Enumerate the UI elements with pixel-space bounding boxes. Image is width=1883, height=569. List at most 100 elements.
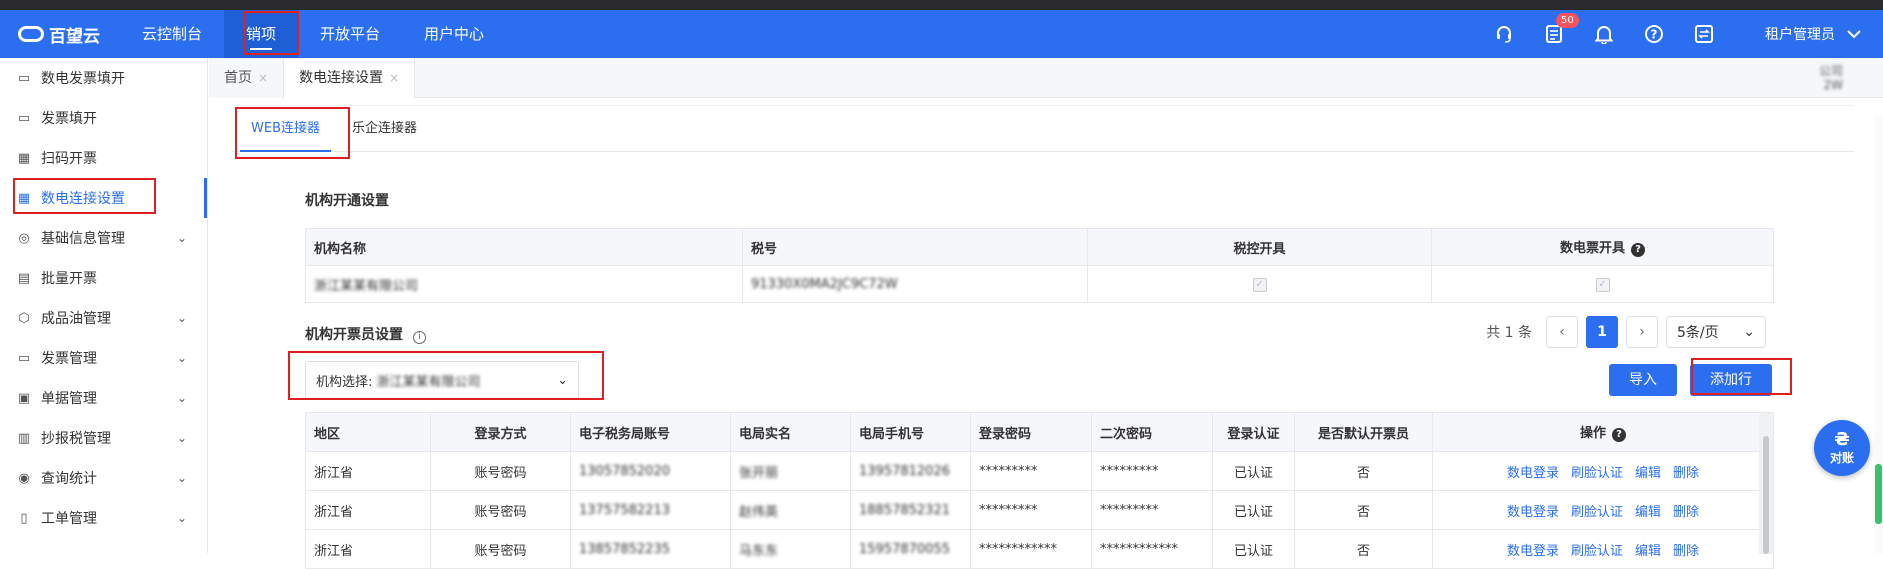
account-cell: 13057852020 (570, 451, 731, 491)
next-page-button[interactable]: › (1626, 316, 1658, 348)
logo[interactable]: 百望云 (0, 10, 120, 58)
column-header: 登录方式 (430, 412, 571, 452)
sidebar-item-work-order[interactable]: ▯ 工单管理 ⌄ (0, 498, 207, 538)
account: 13757582213 (579, 502, 670, 518)
sidebar-item-digital-invoice-issue[interactable]: ▭ 数电发票填开 (0, 58, 207, 98)
issuer-section-title: 机构开票员设置 i (305, 324, 426, 344)
switch-icon[interactable] (1679, 10, 1729, 58)
tab-digital-connection-settings[interactable]: 数电连接设置 × (283, 58, 416, 98)
tax-control-cell: ✓ (1087, 265, 1432, 303)
tab-home[interactable]: 首页 × (209, 58, 284, 98)
sidebar-item-label: 抄报税管理 (41, 431, 111, 447)
sidebar-item-label: 数电连接设置 (41, 191, 125, 207)
column-header: 地区 (305, 412, 431, 452)
sidebar-item-invoice-management[interactable]: ▭ 发票管理 ⌄ (0, 338, 207, 378)
prev-page-button[interactable]: ‹ (1546, 316, 1578, 348)
sidebar-item-basic-info[interactable]: ◎ 基础信息管理 ⌄ (0, 218, 207, 258)
sidebar: ▭ 数电发票填开 ▭ 发票填开 ▦ 扫码开票 ▦ 数电连接设置 ◎ 基础信息管理 ⌄ ▤ 批量… (0, 58, 208, 553)
org-name: 浙江某某有限公司 (314, 278, 419, 294)
help-icon[interactable]: ? (1629, 10, 1679, 58)
actions-cell: 数电登录 刷脸认证 编辑 删除 (1432, 529, 1774, 569)
tab-label: 数电连接设置 (299, 70, 384, 86)
task-list-icon[interactable]: 50 (1529, 10, 1579, 58)
issuer-section-label: 机构开票员设置 (305, 327, 403, 343)
sidebar-item-invoice-issue[interactable]: ▭ 发票填开 (0, 98, 207, 138)
nav-cloud-console[interactable]: 云控制台 (120, 10, 224, 58)
nav-sales[interactable]: 销项 (224, 10, 299, 58)
sidebar-item-scan-invoice[interactable]: ▦ 扫码开票 (0, 138, 207, 178)
add-row-button[interactable]: 添加行 (1690, 364, 1772, 396)
close-icon[interactable]: × (258, 71, 268, 85)
headset-icon[interactable] (1479, 10, 1529, 58)
edit-link[interactable]: 编辑 (1635, 466, 1661, 481)
delete-link[interactable]: 删除 (1673, 505, 1699, 520)
qrcode-icon: ▦ (17, 150, 31, 166)
sidebar-item-query-stats[interactable]: ◉ 查询统计 ⌄ (0, 458, 207, 498)
account: 13057852020 (579, 463, 670, 479)
sidebar-item-document-management[interactable]: ▣ 单据管理 ⌄ (0, 378, 207, 418)
nav-user-center[interactable]: 用户中心 (402, 10, 506, 58)
password-cell: ********* (970, 451, 1092, 491)
column-header: 税号 (742, 228, 1088, 266)
delete-link[interactable]: 删除 (1673, 544, 1699, 559)
help-icon[interactable]: ? (1612, 428, 1626, 442)
table-row: 浙江省 账号密码 13857852235 马东东 15957870055 ***… (305, 529, 1774, 569)
default-issuer-cell: 否 (1294, 490, 1433, 530)
column-header: 电子税务局账号 (570, 412, 731, 452)
checkbox-disabled: ✓ (1595, 278, 1610, 292)
sidebar-item-batch-invoice[interactable]: ▤ 批量开票 (0, 258, 207, 298)
stack-icon: ▤ (17, 270, 31, 286)
reconcile-label: 对账 (1829, 450, 1854, 465)
page-size-select[interactable]: 5条/页 ⌄ (1666, 316, 1766, 348)
company-info: 公司 2W (1819, 64, 1843, 92)
reconcile-float-button[interactable]: ₴ 对账 (1814, 420, 1870, 476)
total-count: 共 1 条 (1486, 325, 1532, 341)
ticket-icon: ▭ (17, 350, 31, 366)
table-header-row: 地区 登录方式 电子税务局账号 电局实名 电局手机号 登录密码 二次密码 登录认… (305, 412, 1774, 452)
sidebar-item-digital-connection-settings[interactable]: ▦ 数电连接设置 (0, 178, 207, 218)
user-menu[interactable]: 租户管理员 (1729, 24, 1883, 44)
org-select-value: 浙江某某有限公司 (376, 374, 481, 390)
face-auth-link[interactable]: 刷脸认证 (1571, 505, 1623, 520)
tax-no-cell: 91330X0MA2JC9C72W (742, 265, 1088, 303)
nav-open-platform[interactable]: 开放平台 (298, 10, 402, 58)
sidebar-item-label: 单据管理 (41, 391, 97, 407)
document-icon: ▣ (17, 390, 31, 406)
top-navigation-bar: 百望云 云控制台 销项 开放平台 用户中心 50 ? 租户管理员 (0, 10, 1883, 58)
import-button[interactable]: 导入 (1609, 364, 1677, 396)
edit-link[interactable]: 编辑 (1635, 505, 1661, 520)
face-auth-link[interactable]: 刷脸认证 (1571, 544, 1623, 559)
password-cell: ********* (970, 490, 1092, 530)
sidebar-item-label: 批量开票 (41, 271, 97, 287)
delete-link[interactable]: 删除 (1673, 466, 1699, 481)
digital-login-link[interactable]: 数电登录 (1507, 466, 1559, 481)
column-header: 电局实名 (730, 412, 851, 452)
chevron-down-icon: ⌄ (176, 351, 187, 365)
digital-login-link[interactable]: 数电登录 (1507, 544, 1559, 559)
grid-icon: ▦ (17, 190, 31, 206)
info-icon[interactable]: i (413, 331, 426, 344)
sidebar-item-tax-report[interactable]: ▥ 抄报税管理 ⌄ (0, 418, 207, 458)
page-scrollbar-thumb[interactable] (1875, 464, 1882, 524)
org-select[interactable]: 机构选择: 浙江某某有限公司 ⌄ (305, 361, 579, 399)
company-name: 公司 (1818, 64, 1843, 78)
bell-icon[interactable] (1579, 10, 1629, 58)
close-icon[interactable]: × (389, 71, 399, 85)
face-auth-link[interactable]: 刷脸认证 (1571, 466, 1623, 481)
checkbox-disabled: ✓ (1252, 278, 1267, 292)
sidebar-item-oil-management[interactable]: ⬡ 成品油管理 ⌄ (0, 298, 207, 338)
tab-web-connector[interactable]: WEB连接器 (240, 106, 331, 152)
real-name-cell: 赵伟英 (730, 490, 851, 530)
tab-leqi-connector[interactable]: 乐企连接器 (341, 106, 428, 152)
table-scrollbar-thumb[interactable] (1763, 436, 1769, 554)
account: 13857852235 (579, 541, 670, 557)
column-header: 机构名称 (305, 228, 743, 266)
page-number-button[interactable]: 1 (1586, 316, 1618, 348)
database-icon: ◎ (18, 230, 30, 246)
account-cell: 13857852235 (570, 529, 731, 569)
sidebar-item-label: 扫码开票 (41, 151, 97, 167)
edit-link[interactable]: 编辑 (1635, 544, 1661, 559)
digital-login-link[interactable]: 数电登录 (1507, 505, 1559, 520)
help-icon[interactable]: ? (1631, 243, 1645, 257)
column-header: 数电票开具? (1431, 228, 1774, 266)
